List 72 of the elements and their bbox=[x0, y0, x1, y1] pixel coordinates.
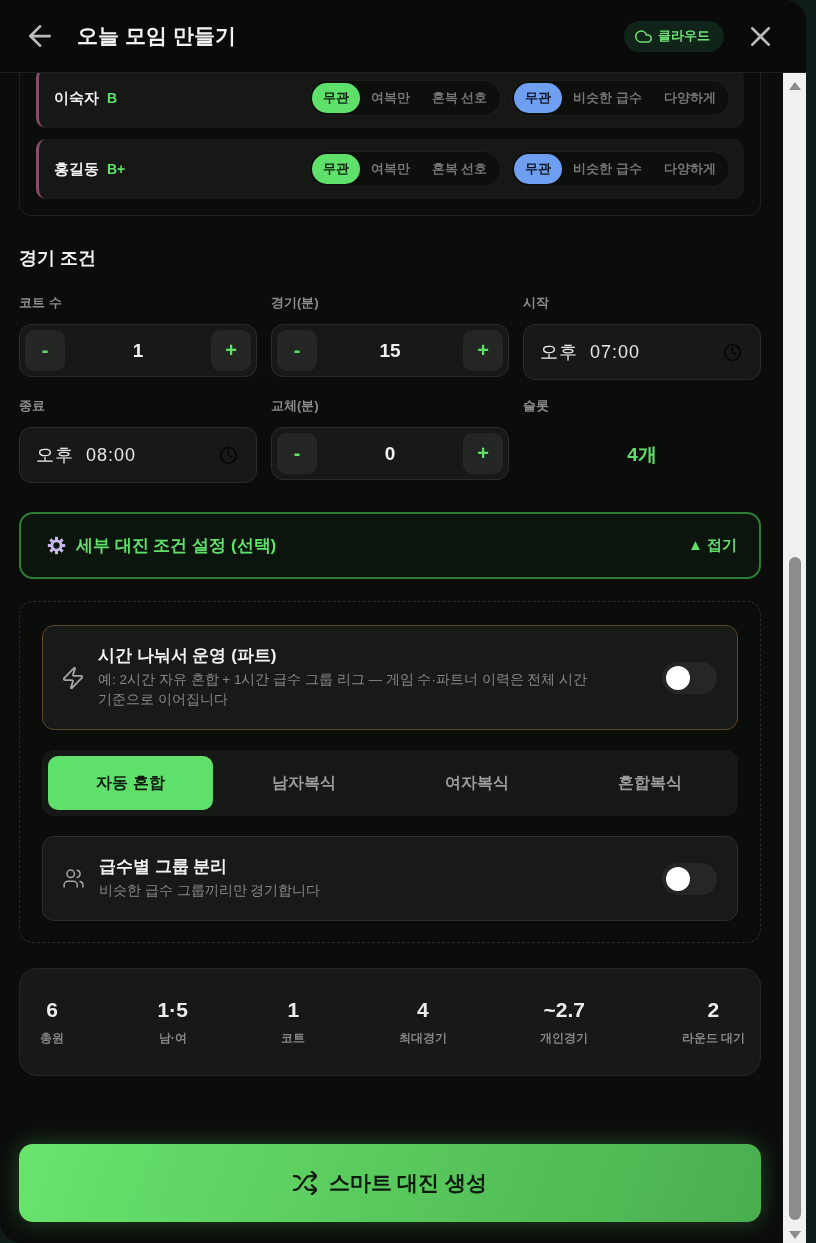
stat-value: 4 bbox=[416, 998, 429, 1022]
field-label: 코트 수 bbox=[19, 295, 63, 311]
option-description: 예: 2시간 자유 혼합 + 1시간 급수 그룹 리그 — 게임 수·파트너 이력은 전체 시간 기준으로 이어집니다 bbox=[98, 671, 589, 709]
slot-count: 4개 bbox=[627, 443, 657, 467]
shuffle-icon bbox=[292, 1171, 317, 1195]
lightning-icon bbox=[63, 666, 83, 689]
time-field[interactable]: 오후 08:00 bbox=[19, 427, 257, 483]
section-heading: 경기 조건 bbox=[19, 247, 97, 269]
option-description: 비슷한 급수 그룹끼리만 경기합니다 bbox=[99, 882, 322, 900]
settings-title: 세부 대진 조건 설정 (선택) bbox=[76, 535, 278, 557]
option-pill[interactable]: 무관 bbox=[311, 83, 360, 113]
field-label: 교체(분) bbox=[271, 398, 320, 414]
option-pill[interactable]: 다양하게 bbox=[653, 83, 727, 113]
increment-button[interactable]: + bbox=[463, 433, 503, 474]
field-label: 슬롯 bbox=[523, 398, 550, 414]
option-pill[interactable]: 여복만 bbox=[359, 83, 421, 113]
stat-label: 총원 bbox=[40, 1031, 64, 1046]
decrement-button[interactable]: - bbox=[25, 330, 65, 371]
stat-label: 코트 bbox=[281, 1031, 306, 1046]
tab[interactable]: 남자복식 bbox=[221, 756, 386, 810]
stepper-value: 0 bbox=[384, 442, 396, 465]
collapse-button[interactable]: ▲ 접기 bbox=[688, 536, 737, 555]
stat-value: 2 bbox=[707, 998, 720, 1022]
stat-value: ~2.7 bbox=[543, 998, 585, 1022]
scroll-down-icon[interactable] bbox=[787, 1230, 802, 1240]
stat-value: 6 bbox=[46, 998, 58, 1022]
time-field[interactable]: 오후 07:00 bbox=[523, 324, 761, 380]
stat-label: 남·여 bbox=[158, 1031, 187, 1046]
tab[interactable]: 자동 혼합 bbox=[48, 756, 213, 810]
page-title: 오늘 모임 만들기 bbox=[77, 23, 237, 49]
option-title: 시간 나눠서 운영 (파트) bbox=[98, 645, 278, 667]
field-label: 경기(분) bbox=[271, 295, 320, 311]
option-pill[interactable]: 혼복 선호 bbox=[420, 83, 499, 113]
option-title: 급수별 그룹 분리 bbox=[99, 856, 229, 878]
people-icon bbox=[63, 869, 84, 888]
stepper-value: 1 bbox=[132, 339, 144, 362]
decrement-button[interactable]: - bbox=[277, 433, 317, 474]
increment-button[interactable]: + bbox=[211, 330, 251, 371]
toggle-switch[interactable] bbox=[662, 661, 717, 694]
tab[interactable]: 혼합복식 bbox=[567, 756, 732, 810]
gear-icon bbox=[47, 536, 66, 555]
scroll-up-icon[interactable] bbox=[787, 81, 802, 91]
toggle-switch[interactable] bbox=[662, 862, 717, 895]
tab[interactable]: 여자복식 bbox=[394, 756, 559, 810]
option-pill[interactable]: 비슷한 급수 bbox=[562, 83, 653, 113]
player-name: 홍길동 bbox=[54, 159, 99, 179]
scrollbar-thumb[interactable] bbox=[788, 557, 801, 1220]
stepper-value: 15 bbox=[379, 339, 401, 362]
stat-label: 개인경기 bbox=[540, 1031, 589, 1046]
player-name: 이숙자 bbox=[54, 88, 99, 108]
decrement-button[interactable]: - bbox=[277, 330, 317, 371]
sync-status-label: 클라우드 bbox=[658, 27, 710, 45]
stat-label: 라운드 대기 bbox=[681, 1031, 745, 1046]
option-pill[interactable]: 혼복 선호 bbox=[420, 154, 499, 184]
cloud-icon bbox=[635, 29, 652, 43]
left-arrow-icon[interactable] bbox=[29, 25, 51, 47]
option-pill[interactable]: 무관 bbox=[514, 154, 563, 184]
grade-label: B bbox=[107, 90, 118, 106]
increment-button[interactable]: + bbox=[463, 330, 503, 371]
option-pill[interactable]: 무관 bbox=[311, 154, 360, 184]
stat-value: 1 bbox=[287, 998, 300, 1022]
option-pill[interactable]: 여복만 bbox=[359, 154, 421, 184]
field-label: 종료 bbox=[19, 398, 46, 414]
field-label: 시작 bbox=[523, 295, 550, 311]
generate-button[interactable]: 스마트 대진 생성 bbox=[19, 1144, 761, 1222]
stat-value: 1·5 bbox=[157, 998, 188, 1022]
stat-label: 최대경기 bbox=[398, 1031, 447, 1046]
close-icon[interactable] bbox=[751, 26, 770, 46]
grade-label: B+ bbox=[107, 161, 126, 177]
option-pill[interactable]: 비슷한 급수 bbox=[562, 154, 653, 184]
option-pill[interactable]: 다양하게 bbox=[653, 154, 727, 184]
option-pill[interactable]: 무관 bbox=[514, 83, 563, 113]
